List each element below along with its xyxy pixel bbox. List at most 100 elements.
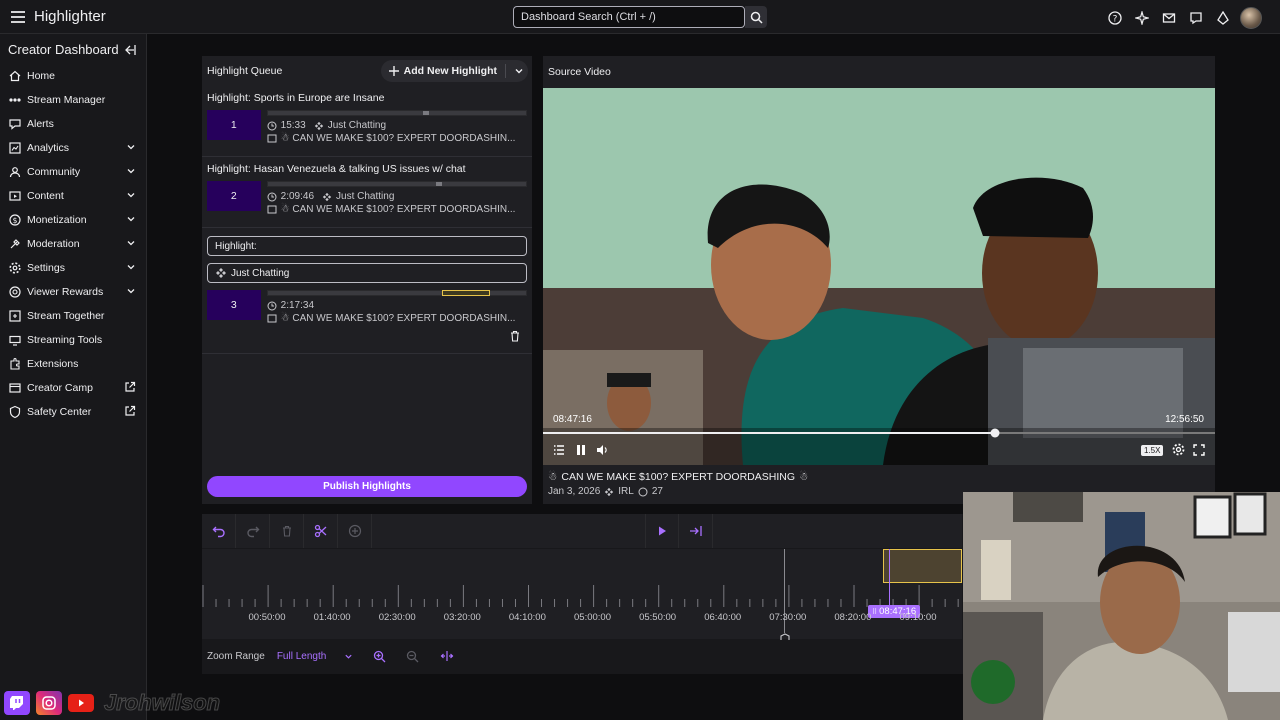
fit-timeline-icon[interactable] xyxy=(440,650,454,662)
safety-center-icon xyxy=(8,405,22,419)
list-item[interactable]: Highlight: Sports in Europe are Insane 1 1… xyxy=(202,86,532,157)
video-stream-title: CAN WE MAKE $100? EXPERT DOORDASHING xyxy=(561,471,796,483)
creator-camp-icon xyxy=(8,381,22,395)
external-link-icon[interactable] xyxy=(124,381,136,393)
sidebar-item-stream-manager[interactable]: Stream Manager xyxy=(0,88,146,112)
stream-title: ☃ CAN WE MAKE $100? EXPERT DOORDASHIN... xyxy=(280,313,516,324)
sidebar-item-streaming-tools[interactable]: Streaming Tools xyxy=(0,328,146,352)
sidebar-item-content[interactable]: Content xyxy=(0,184,146,208)
timeline-track[interactable]: ⠿ 08:47:16 00:50:00 01:40:00 02:30:00 03:20… xyxy=(202,549,962,640)
chevron-down-icon[interactable] xyxy=(126,190,136,200)
timeline-tick-label: 09:10:00 xyxy=(899,612,937,623)
sidebar-item-home[interactable]: Home xyxy=(0,64,146,88)
search-icon[interactable] xyxy=(745,6,767,28)
chevron-down-icon[interactable] xyxy=(126,142,136,152)
jump-to-end-icon[interactable] xyxy=(679,514,713,548)
sidebar-item-monetization[interactable]: $ Monetization xyxy=(0,208,146,232)
zoom-out-icon[interactable] xyxy=(406,650,419,663)
cut-icon[interactable] xyxy=(304,514,338,548)
streamer-handle: Jrohwilson xyxy=(103,690,221,716)
chevron-down-icon[interactable] xyxy=(126,166,136,176)
undo-icon[interactable] xyxy=(202,514,236,548)
svg-text:$: $ xyxy=(13,216,18,225)
menu-icon[interactable] xyxy=(8,7,28,27)
chapters-icon[interactable] xyxy=(553,444,565,456)
segment-track[interactable] xyxy=(266,290,527,296)
publish-highlights-button[interactable]: Publish Highlights xyxy=(207,476,527,497)
highlight-title: Highlight: Hasan Venezuela & talking US … xyxy=(207,163,466,175)
sidebar-item-label: Streaming Tools xyxy=(27,334,103,346)
inbox-icon[interactable] xyxy=(1159,9,1178,28)
video-player[interactable]: 08:47:16 12:56:50 1.5X xyxy=(543,88,1215,465)
whispers-icon[interactable] xyxy=(1186,9,1205,28)
stream-title-icon: ☃ xyxy=(799,471,809,483)
timeline-tick-label: 05:50:00 xyxy=(639,612,677,623)
sidebar-item-settings[interactable]: Settings xyxy=(0,256,146,280)
video-category: IRL xyxy=(618,486,634,497)
sparkle-icon[interactable] xyxy=(1132,9,1151,28)
highlight-category: Just Chatting xyxy=(327,120,387,131)
youtube-icon xyxy=(68,694,94,712)
video-date: Jan 3, 2026 xyxy=(548,486,601,497)
sidebar-item-safety-center[interactable]: Safety Center xyxy=(0,400,146,424)
sidebar-item-moderation[interactable]: Moderation xyxy=(0,232,146,256)
chevron-down-icon[interactable] xyxy=(126,286,136,296)
timeline-tick-label: 00:50:00 xyxy=(248,612,286,623)
sidebar-item-analytics[interactable]: Analytics xyxy=(0,136,146,160)
add-new-highlight-button[interactable]: Add New Highlight xyxy=(380,60,528,82)
content-icon xyxy=(8,189,22,203)
sidebar-item-community[interactable]: Community xyxy=(0,160,146,184)
list-item[interactable]: 3 2:17:34 ☃ CAN WE MAKE $100? EXPERT DOO… xyxy=(202,283,532,324)
social-overlay: Jrohwilson xyxy=(4,690,221,716)
redo-icon[interactable] xyxy=(236,514,270,548)
list-item[interactable]: Highlight: Hasan Venezuela & talking US … xyxy=(202,157,532,228)
play-icon[interactable] xyxy=(645,514,679,548)
settings-icon[interactable] xyxy=(1172,443,1185,456)
sidebar-item-label: Viewer Rewards xyxy=(27,286,104,298)
bits-icon[interactable] xyxy=(1213,9,1232,28)
add-new-highlight-label: Add New Highlight xyxy=(403,65,497,77)
stream-together-icon xyxy=(8,309,22,323)
sidebar-item-label: Stream Together xyxy=(27,310,105,322)
sidebar-item-stream-together[interactable]: Stream Together xyxy=(0,304,146,328)
chevron-down-icon[interactable] xyxy=(126,262,136,272)
fullscreen-icon[interactable] xyxy=(1193,444,1205,456)
highlight-segment[interactable] xyxy=(883,549,962,583)
chevron-down-icon[interactable] xyxy=(126,214,136,224)
clock-icon xyxy=(267,121,277,130)
chevron-down-icon[interactable] xyxy=(514,66,524,76)
highlight-number: 1 xyxy=(207,110,261,140)
timeline-tick-label: 07:30:00 xyxy=(769,612,807,623)
zoom-in-icon[interactable] xyxy=(373,650,386,663)
external-link-icon[interactable] xyxy=(124,405,136,417)
sidebar-item-extensions[interactable]: Extensions xyxy=(0,352,146,376)
delete-icon[interactable] xyxy=(270,514,304,548)
playback-speed[interactable]: 1.5X xyxy=(1141,445,1164,456)
category-value: Just Chatting xyxy=(231,267,290,279)
trash-icon[interactable] xyxy=(509,330,521,342)
highlight-title-input[interactable]: Highlight: xyxy=(207,236,527,256)
collapse-sidebar-icon[interactable] xyxy=(123,43,137,57)
search-input[interactable]: Dashboard Search (Ctrl + /) xyxy=(513,6,745,28)
sidebar-item-label: Settings xyxy=(27,262,65,274)
chevron-down-icon[interactable] xyxy=(126,238,136,248)
help-icon[interactable]: ? xyxy=(1105,9,1124,28)
gamepad-icon xyxy=(216,268,226,278)
category-input[interactable]: Just Chatting xyxy=(207,263,527,283)
volume-icon[interactable] xyxy=(596,444,609,456)
highlight-duration: 15:33 xyxy=(280,120,306,131)
segment-track[interactable] xyxy=(266,110,527,116)
segment-track[interactable] xyxy=(266,181,527,187)
sidebar-item-alerts[interactable]: Alerts xyxy=(0,112,146,136)
avatar[interactable] xyxy=(1240,7,1262,29)
add-segment-icon[interactable] xyxy=(338,514,372,548)
pause-icon[interactable] xyxy=(575,444,587,456)
clock-icon xyxy=(267,192,277,201)
sidebar-item-creator-camp[interactable]: Creator Camp xyxy=(0,376,146,400)
timeline-tick-label: 01:40:00 xyxy=(313,612,351,623)
timeline-tick-label: 04:10:00 xyxy=(508,612,546,623)
zoom-range-select[interactable]: Full Length xyxy=(277,651,353,662)
title-icon xyxy=(267,205,277,213)
sidebar-item-viewer-rewards[interactable]: Viewer Rewards xyxy=(0,280,146,304)
timeline-tick-label: 08:20:00 xyxy=(834,612,872,623)
